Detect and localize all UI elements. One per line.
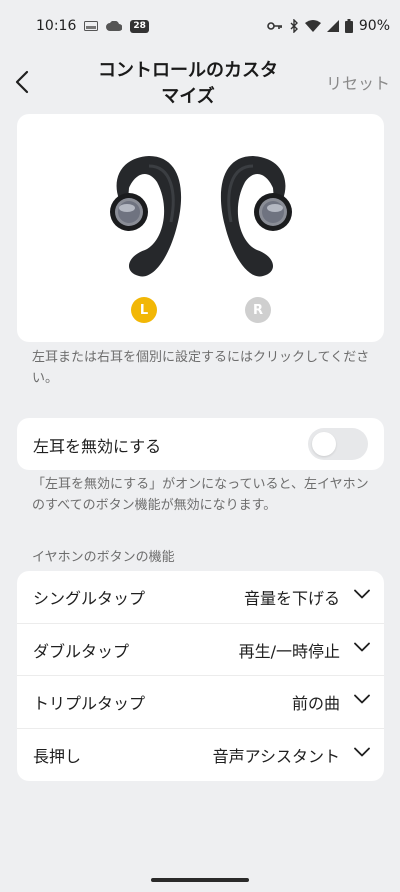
battery-icon	[344, 19, 353, 33]
toggle-knob	[312, 432, 336, 456]
reset-button[interactable]: リセット	[326, 70, 390, 94]
status-right: 90%	[267, 18, 390, 34]
function-name: ダブルタップ	[33, 641, 130, 661]
status-bar: 10:16 28 90%	[0, 0, 400, 52]
disable-left-ear-label: 左耳を無効にする	[33, 437, 162, 456]
left-earbud-badge[interactable]: L	[131, 297, 157, 323]
calendar-icon: 28	[130, 19, 149, 33]
function-name: 長押し	[33, 746, 82, 766]
battery-percent: 90%	[358, 18, 390, 34]
function-value: 音量を下げる	[243, 589, 340, 608]
function-row-triple-tap[interactable]: トリプルタップ 前の曲	[17, 675, 384, 727]
button-functions-card: シングルタップ 音量を下げる ダブルタップ 再生/一時停止 トリプルタップ 前の…	[17, 571, 384, 781]
function-row-double-tap[interactable]: ダブルタップ 再生/一時停止	[17, 623, 384, 675]
function-value: 音声アシスタント	[212, 746, 340, 766]
chevron-down-icon	[354, 694, 370, 704]
button-functions-section-title: イヤホンのボタンの機能	[32, 550, 175, 565]
function-name: シングルタップ	[33, 589, 146, 608]
chevron-left-icon	[15, 70, 29, 94]
cloud-icon	[106, 21, 123, 31]
wifi-icon	[304, 20, 321, 32]
page-title: コントロールのカスタマイズ	[98, 60, 278, 107]
chevron-down-icon	[354, 642, 370, 652]
key-icon	[267, 21, 283, 31]
chevron-down-icon	[354, 747, 370, 757]
chevron-down-icon	[354, 589, 370, 599]
function-name: トリプルタップ	[33, 693, 146, 713]
disable-left-ear-description: 「左耳を無効にする」がオンになっていると、左イヤホンのすべてのボタン機能が無効に…	[32, 477, 369, 513]
right-earbud-badge[interactable]: R	[245, 297, 271, 323]
function-value: 再生/一時停止	[238, 641, 340, 661]
right-earbud-image[interactable]	[213, 152, 297, 288]
notification-image-icon	[84, 21, 99, 31]
function-value: 前の曲	[291, 693, 340, 713]
disable-left-ear-card: 左耳を無効にする	[17, 418, 384, 470]
function-row-single-tap[interactable]: シングルタップ 音量を下げる	[17, 571, 384, 623]
app-header: コントロールのカスタマイズ リセット	[0, 56, 400, 112]
disable-left-ear-toggle[interactable]	[308, 428, 368, 460]
status-left: 10:16 28	[36, 18, 149, 34]
status-time: 10:16	[36, 18, 77, 34]
back-button[interactable]	[8, 66, 36, 98]
function-row-long-press[interactable]: 長押し 音声アシスタント	[17, 728, 384, 780]
left-earbud-image[interactable]	[105, 152, 189, 288]
earbud-hint-text: 左耳または右耳を個別に設定するにはクリックしてください。	[32, 350, 370, 386]
bluetooth-icon	[289, 19, 299, 33]
earbud-selector-card: L R	[17, 114, 384, 342]
home-indicator[interactable]	[151, 878, 249, 882]
signal-icon	[326, 20, 339, 32]
